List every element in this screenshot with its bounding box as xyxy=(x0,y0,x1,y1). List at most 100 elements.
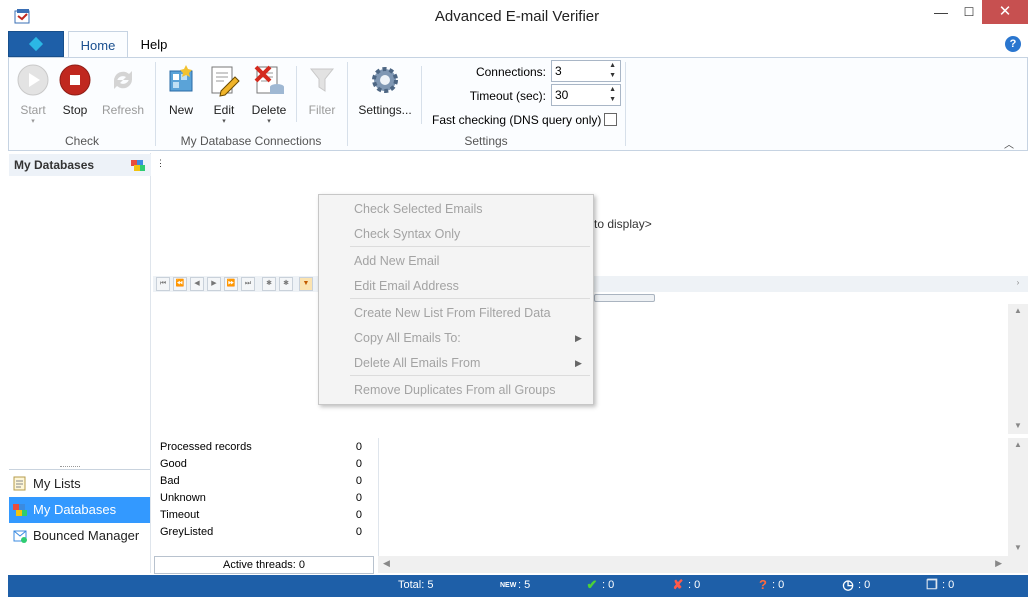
timeout-spinner[interactable]: 30 ▲ ▼ xyxy=(551,84,621,106)
fast-check-checkbox[interactable] xyxy=(604,113,617,126)
menu-create-list[interactable]: Create New List From Filtered Data xyxy=(354,306,551,320)
group-divider xyxy=(296,66,297,122)
prev-page-icon[interactable]: ⏪ xyxy=(173,277,187,291)
menu-add-email[interactable]: Add New Email xyxy=(354,254,439,268)
fast-check-label: Fast checking (DNS query only) xyxy=(432,113,602,127)
question-icon: ? xyxy=(759,577,767,592)
menu-copy-emails[interactable]: Copy All Emails To: xyxy=(354,331,461,345)
close-button[interactable]: ✕ xyxy=(982,0,1028,24)
context-menu xyxy=(318,194,594,405)
good-count: : 0 xyxy=(602,579,615,591)
maximize-button[interactable]: ☐ xyxy=(954,0,984,24)
connections-value: 3 xyxy=(555,64,562,78)
last-record-icon[interactable]: ⏭ xyxy=(241,277,255,291)
divider xyxy=(9,469,150,470)
total-count: Total: 5 xyxy=(398,579,434,591)
stat-label: Good xyxy=(160,458,187,470)
log-scrollbar[interactable]: ▲ ▼ xyxy=(1008,438,1028,556)
detail-scrollbar[interactable]: ▲ ▼ xyxy=(1008,304,1028,434)
menu-delete-emails[interactable]: Delete All Emails From xyxy=(354,356,480,370)
spin-down-icon[interactable]: ▼ xyxy=(609,96,616,103)
edit-button[interactable]: Edit ▾ xyxy=(206,63,242,125)
stat-value: 0 xyxy=(355,458,362,470)
tab-help[interactable]: Help xyxy=(134,31,174,57)
bad-count: : 0 xyxy=(688,579,701,591)
menu-separator xyxy=(350,298,590,299)
stat-value: 0 xyxy=(355,441,362,453)
submenu-arrow-icon: ▶ xyxy=(575,333,582,343)
menu-edit-email[interactable]: Edit Email Address xyxy=(354,279,459,293)
next-page-icon[interactable]: ⏩ xyxy=(224,277,238,291)
collapse-ribbon-icon[interactable]: ︿ xyxy=(1004,136,1014,151)
new-label: New xyxy=(168,103,193,117)
menu-check-syntax[interactable]: Check Syntax Only xyxy=(354,227,460,241)
timeout-count: : 0 xyxy=(858,579,871,591)
filter-icon[interactable]: ▼ xyxy=(299,277,313,291)
timeout-value: 30 xyxy=(555,88,569,102)
settings-group-label: Settings xyxy=(464,134,508,148)
stat-row: Unknown 0 xyxy=(160,492,370,509)
refresh-icon xyxy=(113,71,133,89)
database-icon xyxy=(13,504,27,516)
grey-count: : 0 xyxy=(942,579,955,591)
nav-bounced-manager[interactable]: Bounced Manager xyxy=(9,523,150,549)
delete-button[interactable]: Delete ▾ xyxy=(248,63,290,125)
menu-remove-duplicates[interactable]: Remove Duplicates From all Groups xyxy=(354,383,555,397)
log-hscrollbar[interactable]: ◀ ▶ xyxy=(378,556,1028,573)
stat-value: 0 xyxy=(355,509,362,521)
stat-label: Bad xyxy=(160,475,180,487)
spin-down-icon[interactable]: ▼ xyxy=(609,72,616,79)
submenu-arrow-icon: ▶ xyxy=(575,358,582,368)
nav-my-lists[interactable]: My Lists xyxy=(9,471,150,497)
check-group-label: Check xyxy=(64,134,99,148)
stat-row: Bad 0 xyxy=(160,475,370,492)
check-icon: ✔ xyxy=(586,577,598,592)
first-record-icon[interactable]: ⏮ xyxy=(156,277,170,291)
stat-label: GreyListed xyxy=(160,526,214,538)
grid-row-indicator-icon: ⋮ xyxy=(156,158,165,168)
tab-home[interactable]: Home xyxy=(68,31,128,58)
append-record-icon[interactable]: ✱ xyxy=(279,277,293,291)
new-count: : 5 xyxy=(518,579,531,591)
funnel-icon xyxy=(309,68,335,92)
next-record-icon[interactable]: ▶ xyxy=(207,277,221,291)
gear-icon xyxy=(372,67,398,93)
timeout-label: Timeout (sec): xyxy=(469,89,546,103)
menu-check-selected[interactable]: Check Selected Emails xyxy=(354,202,483,216)
navigator-arrow-icon[interactable]: › xyxy=(1008,278,1028,287)
stat-row: Good 0 xyxy=(160,458,370,475)
delete-label: Delete xyxy=(251,103,287,117)
stat-label: Processed records xyxy=(160,441,252,453)
start-button[interactable]: Start ▾ xyxy=(14,63,52,125)
help-icon[interactable]: ? xyxy=(1005,36,1021,52)
new-button[interactable]: New xyxy=(162,63,200,117)
spin-up-icon[interactable]: ▲ xyxy=(609,62,616,69)
prev-record-icon[interactable]: ◀ xyxy=(190,277,204,291)
file-menu-button[interactable] xyxy=(8,31,64,57)
stat-value: 0 xyxy=(355,492,362,504)
spin-up-icon[interactable]: ▲ xyxy=(609,86,616,93)
stat-value: 0 xyxy=(355,475,362,487)
refresh-button[interactable]: Refresh xyxy=(100,63,146,117)
settings-button[interactable]: Settings... xyxy=(356,63,414,117)
connections-group-label: My Database Connections xyxy=(180,134,322,148)
minimize-button[interactable]: — xyxy=(926,0,956,24)
stat-label: Timeout xyxy=(160,509,200,521)
log-panel xyxy=(378,438,1008,556)
stop-button[interactable]: Stop xyxy=(56,63,94,117)
stat-label: Unknown xyxy=(160,492,206,504)
insert-record-icon[interactable]: ✱ xyxy=(262,277,276,291)
delete-icon xyxy=(254,65,284,94)
filter-button[interactable]: Filter xyxy=(303,63,341,117)
cross-icon: ✘ xyxy=(672,577,684,592)
nav-my-databases[interactable]: My Databases xyxy=(9,497,150,523)
grid-empty-text: to display> xyxy=(594,217,652,231)
bounced-icon xyxy=(13,530,27,543)
new-database-icon xyxy=(169,65,193,92)
add-database-icon[interactable] xyxy=(130,156,146,172)
stat-row: Timeout 0 xyxy=(160,509,370,526)
group-divider xyxy=(421,66,422,124)
stat-value: 0 xyxy=(355,526,362,538)
connections-spinner[interactable]: 3 ▲ ▼ xyxy=(551,60,621,82)
nav-label: My Lists xyxy=(33,476,81,491)
